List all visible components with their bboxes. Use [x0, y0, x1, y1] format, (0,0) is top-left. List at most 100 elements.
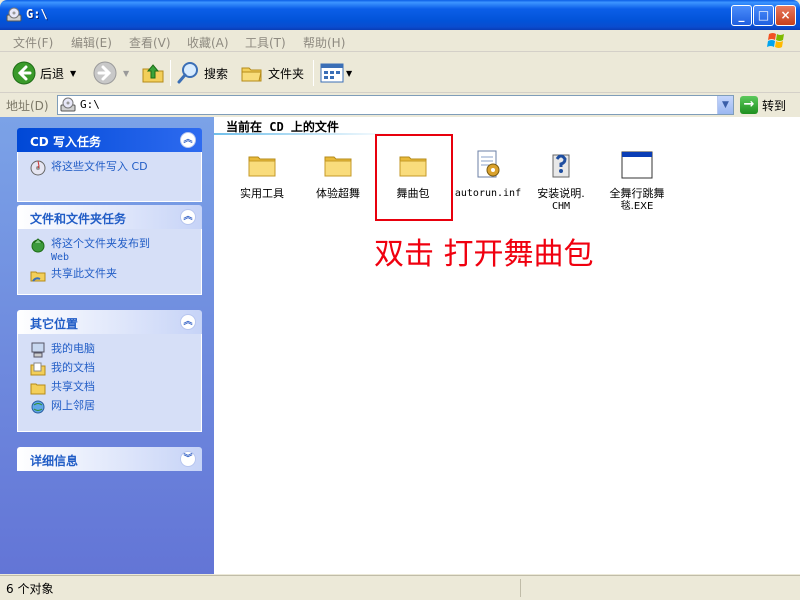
- expand-icon[interactable]: ︾: [180, 451, 196, 467]
- address-label: 地址(D): [6, 99, 49, 113]
- group-body: 将这些文件写入 CD: [17, 152, 202, 202]
- file-name: 实用工具: [240, 187, 284, 200]
- file-name: 全舞行跳舞 毯.EXE: [600, 188, 674, 213]
- my-computer-icon: [31, 342, 45, 358]
- publish-web-icon: [31, 238, 45, 253]
- folder-icon: [324, 156, 352, 177]
- task-write-cd[interactable]: 将这些文件写入 CD: [30, 160, 193, 176]
- task-sublabel: Web: [51, 252, 70, 263]
- group-title: CD 写入任务: [30, 135, 101, 149]
- place-shared-documents[interactable]: 共享文档: [30, 380, 193, 396]
- status-text: 6 个对象: [6, 582, 54, 596]
- back-dropdown-icon[interactable]: ▼: [70, 69, 76, 78]
- group-file-tasks: 文件和文件夹任务 ︽ 将这个文件夹发布到 Web 共享此文件夹: [17, 205, 202, 295]
- section-divider: [214, 133, 394, 135]
- task-label: 我的文档: [51, 361, 95, 374]
- task-label: 将这个文件夹发布到: [51, 237, 150, 250]
- place-network[interactable]: 网上邻居: [30, 399, 193, 415]
- address-bar: 地址(D) G:\ ▼ → 转到: [0, 94, 800, 116]
- address-value: G:\: [80, 98, 100, 111]
- group-header[interactable]: 其它位置 ︽: [17, 310, 202, 334]
- forward-button[interactable]: ▼: [93, 59, 129, 87]
- task-label: 共享此文件夹: [51, 267, 117, 280]
- address-dropdown-icon[interactable]: ▼: [717, 96, 733, 114]
- file-item[interactable]: 全舞行跳舞 毯.EXE: [600, 149, 674, 213]
- search-icon: [177, 62, 198, 84]
- task-publish-web[interactable]: 将这个文件夹发布到 Web: [30, 237, 193, 264]
- forward-dropdown-icon[interactable]: ▼: [123, 69, 129, 78]
- file-item[interactable]: autorun.inf: [451, 149, 525, 200]
- place-my-computer[interactable]: 我的电脑: [30, 342, 193, 358]
- group-details: 详细信息 ︾: [17, 447, 202, 471]
- toolbar: 后退 ▼ ▼ 搜索 文件夹 ▼: [0, 53, 800, 93]
- collapse-icon[interactable]: ︽: [180, 209, 196, 225]
- group-body: 我的电脑 我的文档 共享文档 网上邻居: [17, 334, 202, 432]
- share-folder-icon: [30, 271, 46, 282]
- back-button[interactable]: 后退 ▼: [12, 59, 76, 87]
- group-header[interactable]: 文件和文件夹任务 ︽: [17, 205, 202, 229]
- collapse-icon[interactable]: ︽: [180, 314, 196, 330]
- go-button[interactable]: → 转到: [740, 96, 786, 114]
- file-item[interactable]: 安装说明. CHM: [524, 149, 598, 213]
- group-title: 文件和文件夹任务: [30, 212, 127, 226]
- forward-arrow-icon: [93, 61, 117, 85]
- task-share-folder[interactable]: 共享此文件夹: [30, 267, 193, 283]
- menu-favorites[interactable]: 收藏(A): [187, 34, 229, 51]
- my-documents-icon: [30, 362, 46, 376]
- menu-tools[interactable]: 工具(T): [245, 34, 286, 51]
- file-list-pane[interactable]: 当前在 CD 上的文件 实用工具 体验超舞 舞曲包 autorun.inf 安装…: [214, 117, 800, 574]
- window-title: G:\: [26, 7, 48, 21]
- status-bar: 6 个对象: [0, 575, 800, 600]
- views-button[interactable]: ▼: [320, 59, 352, 87]
- menu-view[interactable]: 查看(V): [129, 34, 171, 51]
- menu-edit[interactable]: 编辑(E): [71, 34, 112, 51]
- task-label: 网上邻居: [51, 399, 95, 412]
- address-input[interactable]: G:\ ▼: [57, 95, 734, 115]
- file-name-line1: 安装说明.: [537, 187, 585, 200]
- menu-bar: 文件(F) 编辑(E) 查看(V) 收藏(A) 工具(T) 帮助(H): [0, 30, 800, 52]
- search-button[interactable]: 搜索: [176, 59, 228, 87]
- group-other-places: 其它位置 ︽ 我的电脑 我的文档 共享文档 网上邻居: [17, 310, 202, 432]
- exe-window-icon: [621, 151, 653, 179]
- status-separator: [520, 579, 521, 597]
- windows-logo-icon: [767, 33, 784, 48]
- file-name-line1: 全舞行跳舞: [609, 187, 665, 200]
- folders-button[interactable]: 文件夹: [240, 59, 304, 87]
- go-arrow-icon: →: [740, 96, 758, 114]
- group-header[interactable]: CD 写入任务 ︽: [17, 128, 202, 152]
- file-name-line2: 毯.EXE: [620, 201, 654, 212]
- task-label: 我的电脑: [51, 342, 95, 355]
- place-my-documents[interactable]: 我的文档: [30, 361, 193, 377]
- content-area: CD 写入任务 ︽ 将这些文件写入 CD 文件和文件夹任务 ︽ 将这个文件夹发布…: [0, 117, 800, 574]
- group-title: 详细信息: [30, 454, 79, 468]
- title-bar[interactable]: G:\ _ □ ×: [0, 0, 800, 30]
- minimize-button[interactable]: _: [731, 5, 752, 26]
- network-places-icon: [31, 400, 45, 414]
- cd-drive-icon: [60, 97, 76, 112]
- menu-help[interactable]: 帮助(H): [303, 34, 345, 51]
- collapse-icon[interactable]: ︽: [180, 132, 196, 148]
- toolbar-separator: [313, 60, 314, 86]
- group-title: 其它位置: [30, 317, 79, 331]
- cd-burn-icon: [30, 160, 46, 176]
- folder-icon: [248, 156, 276, 177]
- highlight-box: [375, 134, 453, 221]
- close-button[interactable]: ×: [775, 5, 796, 26]
- up-folder-button[interactable]: [141, 59, 165, 87]
- group-header[interactable]: 详细信息 ︾: [17, 447, 202, 471]
- file-item[interactable]: 体验超舞: [301, 149, 375, 200]
- folders-label: 文件夹: [268, 66, 305, 81]
- file-name: 体验超舞: [316, 187, 360, 200]
- go-label: 转到: [762, 98, 787, 113]
- views-dropdown-icon[interactable]: ▼: [346, 69, 352, 78]
- views-icon: [320, 63, 344, 83]
- toolbar-separator: [170, 60, 171, 86]
- up-folder-icon: [142, 64, 164, 83]
- file-item[interactable]: 实用工具: [225, 149, 299, 200]
- search-label: 搜索: [204, 66, 229, 81]
- folders-icon: [241, 67, 262, 82]
- menu-file[interactable]: 文件(F): [13, 34, 53, 51]
- back-label: 后退: [40, 66, 65, 81]
- task-label: 将这些文件写入 CD: [51, 160, 148, 173]
- maximize-button[interactable]: □: [753, 5, 774, 26]
